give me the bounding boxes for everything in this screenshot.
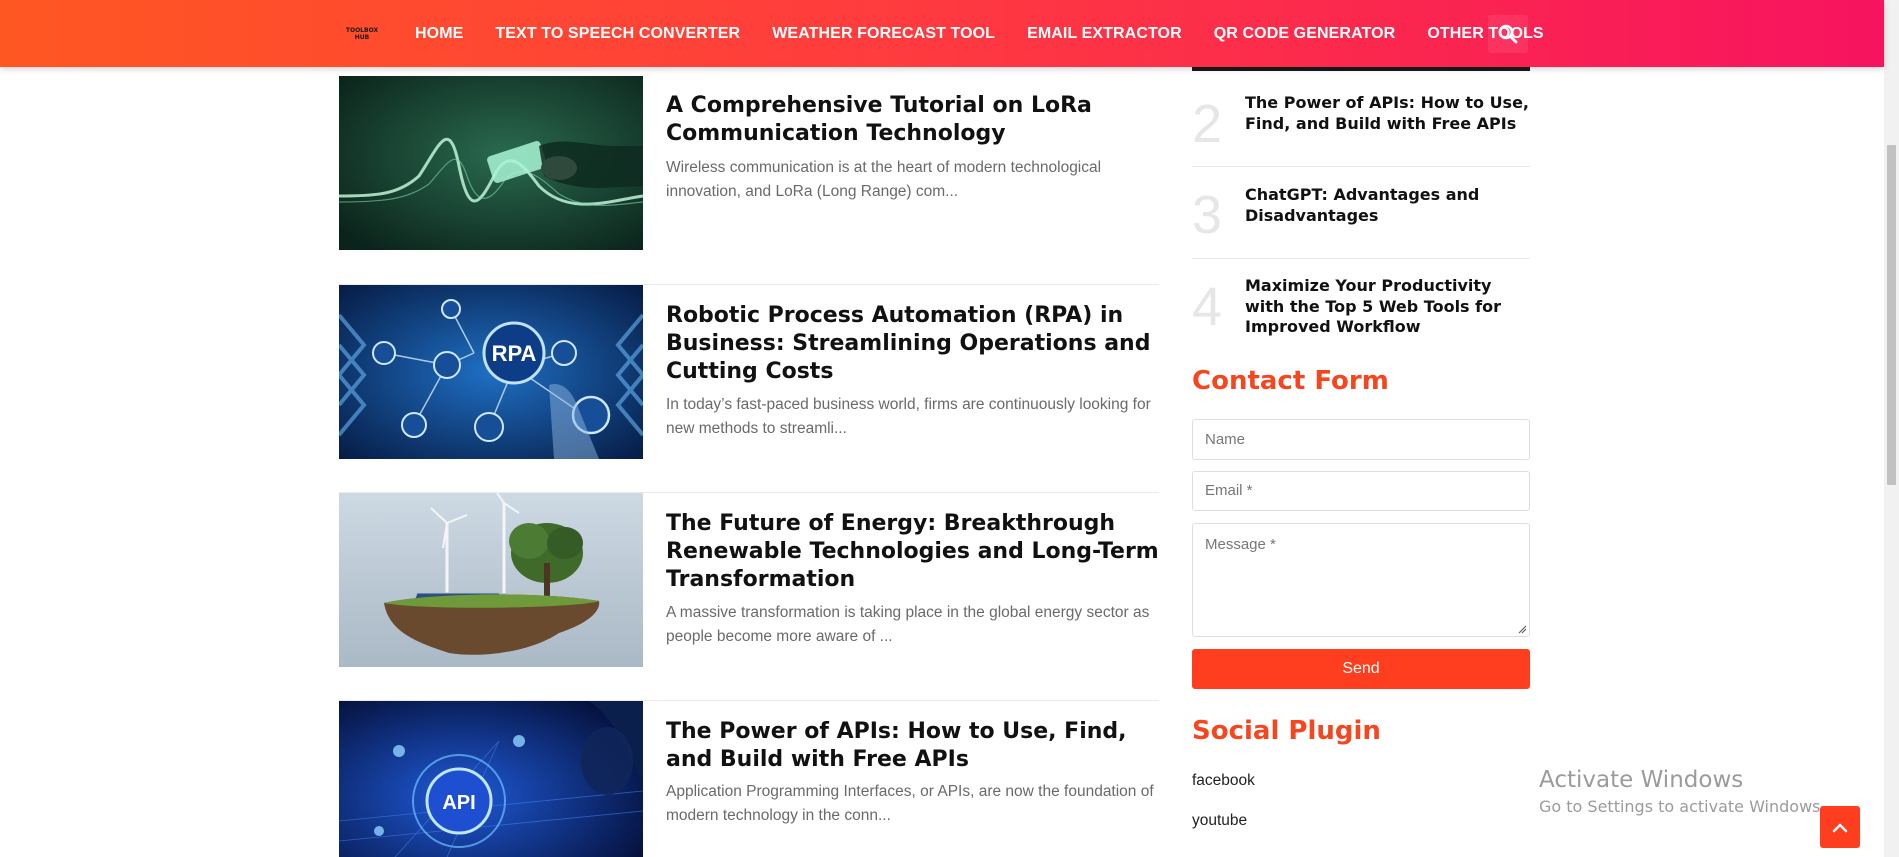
page-scrollbar[interactable]: [1884, 0, 1899, 857]
main-nav: HOME TEXT TO SPEECH CONVERTER WEATHER FO…: [415, 0, 1576, 67]
search-icon: [1498, 24, 1518, 44]
popular-post-number: 2: [1192, 94, 1223, 154]
post-excerpt: A massive transformation is taking place…: [666, 604, 1150, 645]
message-placeholder: Message *: [1205, 536, 1276, 553]
nav-home[interactable]: HOME: [415, 25, 463, 43]
send-button[interactable]: Send: [1192, 649, 1530, 689]
email-placeholder: Email *: [1205, 482, 1253, 499]
popular-post-title[interactable]: ChatGPT: Advantages and Disadvantages: [1245, 185, 1530, 226]
name-field[interactable]: Name: [1192, 419, 1530, 460]
post-excerpt: Application Programming Interfaces, or A…: [666, 783, 1154, 824]
watermark-line-1: Activate Windows: [1539, 767, 1744, 793]
back-to-top-button[interactable]: [1820, 806, 1860, 848]
popular-post-item[interactable]: 3 ChatGPT: Advantages and Disadvantages: [1192, 166, 1530, 259]
post-card: A Comprehensive Tutorial on LoRa Communi…: [339, 76, 1159, 250]
thumbnail-label: API: [442, 792, 475, 814]
social-link-facebook[interactable]: facebook: [1192, 772, 1255, 790]
activate-windows-watermark: Activate Windows Go to Settings to activ…: [1539, 765, 1826, 819]
watermark-line-2: Go to Settings to activate Windows.: [1539, 797, 1826, 816]
post-thumbnail[interactable]: API: [339, 701, 643, 857]
nav-email-extractor[interactable]: EMAIL EXTRACTOR: [1027, 25, 1182, 43]
post-card: The Future of Energy: Breakthrough Renew…: [339, 492, 1159, 700]
post-excerpt: In today’s fast-paced business world, fi…: [666, 396, 1151, 437]
post-title[interactable]: A Comprehensive Tutorial on LoRa Communi…: [666, 92, 1166, 148]
post-title[interactable]: The Power of APIs: How to Use, Find, and…: [666, 718, 1166, 774]
resize-handle-icon[interactable]: [1517, 624, 1527, 634]
post-title[interactable]: The Future of Energy: Breakthrough Renew…: [666, 510, 1166, 594]
scrollbar-thumb[interactable]: [1887, 145, 1896, 485]
name-placeholder: Name: [1205, 431, 1246, 448]
post-title[interactable]: Robotic Process Automation (RPA) in Busi…: [666, 302, 1166, 386]
site-header: TOOLBOX HUB HOME TEXT TO SPEECH CONVERTE…: [0, 0, 1884, 67]
social-link-youtube[interactable]: youtube: [1192, 812, 1247, 830]
nav-weather-forecast[interactable]: WEATHER FORECAST TOOL: [772, 25, 995, 43]
thumbnail-label: RPA: [492, 341, 537, 366]
popular-post-title[interactable]: The Power of APIs: How to Use, Find, and…: [1245, 93, 1530, 134]
page: TOOLBOX HUB HOME TEXT TO SPEECH CONVERTE…: [0, 0, 1899, 857]
popular-post-title[interactable]: Maximize Your Productivity with the Top …: [1245, 276, 1530, 338]
logo-text: TOOLBOX HUB: [345, 27, 379, 41]
post-thumbnail[interactable]: [339, 493, 643, 667]
post-excerpt: Wireless communication is at the heart o…: [666, 159, 1102, 200]
popular-post-item[interactable]: 4 Maximize Your Productivity with the To…: [1192, 258, 1530, 348]
post-thumbnail[interactable]: [339, 76, 643, 250]
social-plugin-heading: Social Plugin: [1192, 716, 1381, 746]
nav-text-to-speech[interactable]: TEXT TO SPEECH CONVERTER: [495, 25, 740, 43]
popular-post-number: 4: [1192, 277, 1223, 337]
email-field[interactable]: Email *: [1192, 471, 1530, 511]
post-card: RPA Robotic Process Automation (RPA) in …: [339, 284, 1159, 492]
popular-post-item[interactable]: 2 The Power of APIs: How to Use, Find, a…: [1192, 71, 1530, 167]
nav-qr-code-generator[interactable]: QR CODE GENERATOR: [1214, 25, 1396, 43]
popular-post-number: 3: [1192, 185, 1223, 245]
search-button[interactable]: [1488, 15, 1528, 53]
post-thumbnail[interactable]: RPA: [339, 285, 643, 459]
send-button-label: Send: [1342, 660, 1380, 677]
contact-form-heading: Contact Form: [1192, 366, 1389, 396]
post-card: API The Power of APIs: How to Use, Find,…: [339, 700, 1159, 857]
chevron-up-icon: [1832, 823, 1848, 833]
message-field[interactable]: Message *: [1192, 523, 1530, 637]
site-logo[interactable]: TOOLBOX HUB: [342, 27, 382, 43]
